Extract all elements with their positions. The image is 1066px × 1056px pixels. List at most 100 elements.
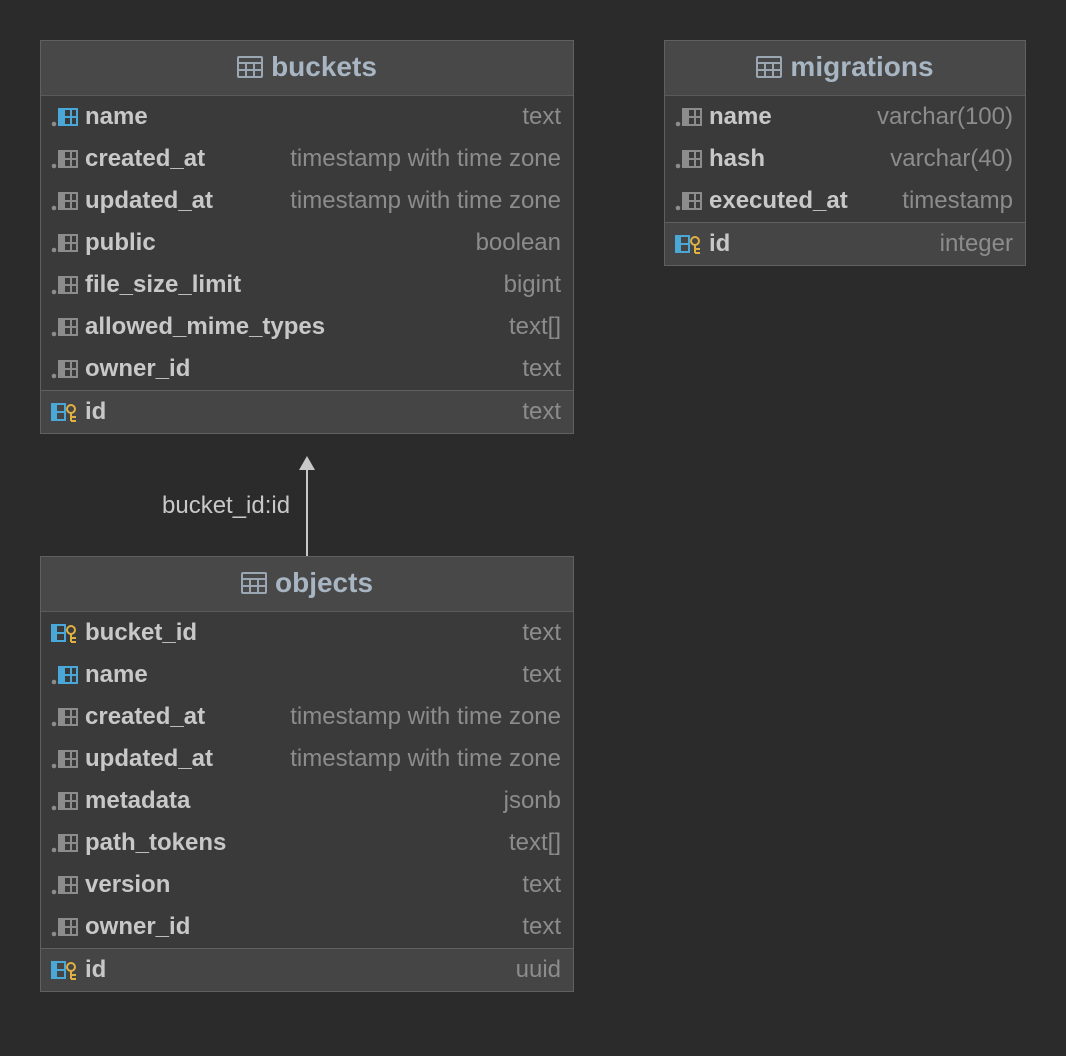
column-name: metadata — [85, 787, 190, 815]
column-icon — [51, 358, 79, 380]
column-type: text — [522, 913, 561, 941]
table-header-objects: objects — [41, 557, 573, 612]
column-name: bucket_id — [85, 619, 197, 647]
column-name: name — [85, 103, 148, 131]
column-type: text[] — [509, 313, 561, 341]
column-name: name — [709, 103, 772, 131]
table-objects[interactable]: objects bucket_id text name text — [40, 556, 574, 992]
column-row-pk[interactable]: id uuid — [41, 948, 573, 991]
column-icon — [51, 232, 79, 254]
column-row-pk[interactable]: id integer — [665, 222, 1025, 265]
column-name: allowed_mime_types — [85, 313, 325, 341]
column-row[interactable]: created_at timestamp with time zone — [41, 138, 573, 180]
column-row[interactable]: updated_at timestamp with time zone — [41, 738, 573, 780]
column-icon — [51, 664, 79, 686]
table-title: objects — [275, 567, 373, 599]
column-name: owner_id — [85, 355, 190, 383]
table-icon — [237, 56, 263, 78]
columns-migrations: name varchar(100) hash varchar(40) execu… — [665, 96, 1025, 265]
column-name: created_at — [85, 145, 205, 173]
column-type: uuid — [516, 956, 561, 984]
column-row[interactable]: executed_at timestamp — [665, 180, 1025, 222]
column-name: executed_at — [709, 187, 848, 215]
column-row[interactable]: name text — [41, 654, 573, 696]
column-row[interactable]: name varchar(100) — [665, 96, 1025, 138]
column-type: timestamp — [902, 187, 1013, 215]
column-name: id — [85, 398, 106, 426]
column-name: updated_at — [85, 745, 213, 773]
column-type: text — [522, 871, 561, 899]
column-row[interactable]: path_tokens text[] — [41, 822, 573, 864]
column-type: bigint — [504, 271, 561, 299]
column-icon — [51, 106, 79, 128]
table-icon — [756, 56, 782, 78]
column-row[interactable]: metadata jsonb — [41, 780, 573, 822]
column-icon — [51, 274, 79, 296]
column-name: version — [85, 871, 170, 899]
columns-buckets: name text created_at timestamp with time… — [41, 96, 573, 433]
column-row[interactable]: bucket_id text — [41, 612, 573, 654]
pk-icon — [675, 233, 703, 255]
table-title: migrations — [790, 51, 933, 83]
pk-icon — [51, 401, 79, 423]
table-buckets[interactable]: buckets name text created_at timestamp w… — [40, 40, 574, 434]
relation-arrow — [297, 456, 317, 556]
column-row[interactable]: allowed_mime_types text[] — [41, 306, 573, 348]
column-name: created_at — [85, 703, 205, 731]
column-row[interactable]: file_size_limit bigint — [41, 264, 573, 306]
table-header-buckets: buckets — [41, 41, 573, 96]
column-name: path_tokens — [85, 829, 226, 857]
column-type: text — [522, 661, 561, 689]
column-type: text — [522, 619, 561, 647]
column-icon — [51, 706, 79, 728]
column-name: id — [85, 956, 106, 984]
column-row[interactable]: updated_at timestamp with time zone — [41, 180, 573, 222]
column-icon — [51, 874, 79, 896]
fk-key-icon — [51, 622, 79, 644]
column-icon — [51, 190, 79, 212]
column-name: file_size_limit — [85, 271, 241, 299]
column-type: boolean — [476, 229, 561, 257]
column-type: jsonb — [504, 787, 561, 815]
column-icon — [51, 316, 79, 338]
column-type: timestamp with time zone — [290, 703, 561, 731]
column-row[interactable]: created_at timestamp with time zone — [41, 696, 573, 738]
column-row[interactable]: name text — [41, 96, 573, 138]
column-type: text — [522, 103, 561, 131]
column-type: integer — [940, 230, 1013, 258]
column-icon — [675, 148, 703, 170]
column-row[interactable]: version text — [41, 864, 573, 906]
column-type: text — [522, 355, 561, 383]
column-name: name — [85, 661, 148, 689]
column-icon — [675, 190, 703, 212]
pk-icon — [51, 959, 79, 981]
column-icon — [51, 832, 79, 854]
column-type: varchar(40) — [890, 145, 1013, 173]
column-type: timestamp with time zone — [290, 745, 561, 773]
column-icon — [675, 106, 703, 128]
column-row[interactable]: public boolean — [41, 222, 573, 264]
column-name: public — [85, 229, 156, 257]
column-row[interactable]: owner_id text — [41, 348, 573, 390]
column-row[interactable]: owner_id text — [41, 906, 573, 948]
column-type: timestamp with time zone — [290, 187, 561, 215]
column-name: id — [709, 230, 730, 258]
column-type: varchar(100) — [877, 103, 1013, 131]
column-icon — [51, 148, 79, 170]
table-title: buckets — [271, 51, 377, 83]
table-header-migrations: migrations — [665, 41, 1025, 96]
table-migrations[interactable]: migrations name varchar(100) hash varcha… — [664, 40, 1026, 266]
relation-label: bucket_id:id — [162, 492, 290, 520]
column-type: text — [522, 398, 561, 426]
columns-objects: bucket_id text name text created_at time… — [41, 612, 573, 991]
column-icon — [51, 790, 79, 812]
column-icon — [51, 916, 79, 938]
column-row-pk[interactable]: id text — [41, 390, 573, 433]
column-type: text[] — [509, 829, 561, 857]
table-icon — [241, 572, 267, 594]
column-name: hash — [709, 145, 765, 173]
column-type: timestamp with time zone — [290, 145, 561, 173]
column-row[interactable]: hash varchar(40) — [665, 138, 1025, 180]
column-icon — [51, 748, 79, 770]
column-name: owner_id — [85, 913, 190, 941]
